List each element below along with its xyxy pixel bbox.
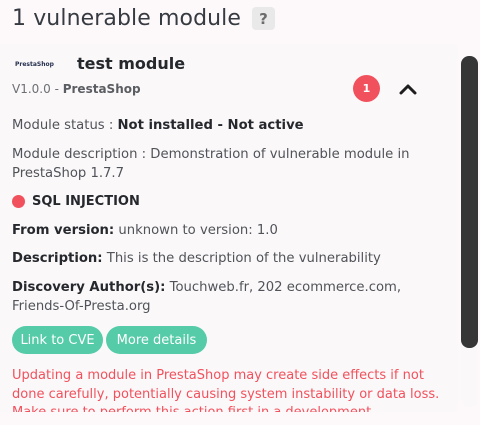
- vuln-description-value: This is the description of the vulnerabi…: [102, 251, 381, 266]
- module-author: PrestaShop: [62, 82, 141, 96]
- link-to-cve-button[interactable]: Link to CVE: [12, 326, 103, 354]
- panel-header: 1 vulnerable module ?: [12, 6, 276, 31]
- severity-dot-icon: [12, 195, 25, 208]
- module-card: PrestaShop test module V1.0.0 - PrestaSh…: [0, 44, 458, 412]
- vulnerability-heading: SQL INJECTION: [12, 194, 140, 209]
- module-name: test module: [77, 54, 186, 73]
- vulnerability-count-badge: 1: [353, 75, 380, 102]
- authors-label: Discovery Author(s):: [12, 280, 166, 295]
- vulnerability-authors: Discovery Author(s): Touchweb.fr, 202 ec…: [12, 278, 442, 316]
- version-separator: -: [50, 82, 63, 96]
- from-version-value: unknown to version: 1.0: [114, 223, 278, 238]
- page-title: 1 vulnerable module: [12, 6, 242, 31]
- logo-text: PrestaShop: [15, 60, 54, 68]
- module-description: Module description : Demonstration of vu…: [12, 145, 442, 183]
- module-description-label: Module description :: [12, 147, 151, 162]
- vulnerable-modules-panel: 1 vulnerable module ? PrestaShop test mo…: [0, 0, 480, 425]
- module-version-line: V1.0.0 - PrestaShop: [12, 82, 141, 96]
- help-icon[interactable]: ?: [252, 7, 276, 30]
- scrollbar-thumb[interactable]: [461, 56, 478, 348]
- vuln-description-label: Description:: [12, 251, 103, 266]
- module-status: Module status : Not installed - Not acti…: [12, 116, 442, 135]
- more-details-button[interactable]: More details: [106, 326, 207, 354]
- module-status-value: Not installed - Not active: [117, 118, 304, 133]
- collapse-button[interactable]: [394, 76, 422, 102]
- action-buttons: Link to CVE More details: [12, 326, 210, 354]
- from-version-label: From version:: [12, 223, 115, 238]
- module-version: V1.0.0: [12, 82, 51, 96]
- vulnerability-description: Description: This is the description of …: [12, 249, 442, 268]
- bottom-strip: [0, 412, 480, 425]
- chevron-up-icon: [399, 84, 417, 95]
- vulnerability-from-version: From version: unknown to version: 1.0: [12, 221, 442, 240]
- vulnerability-title: SQL INJECTION: [32, 194, 140, 209]
- module-status-label: Module status :: [12, 118, 118, 133]
- update-warning-text: Updating a module in PrestaShop may crea…: [12, 368, 440, 412]
- module-logo: PrestaShop: [14, 59, 54, 69]
